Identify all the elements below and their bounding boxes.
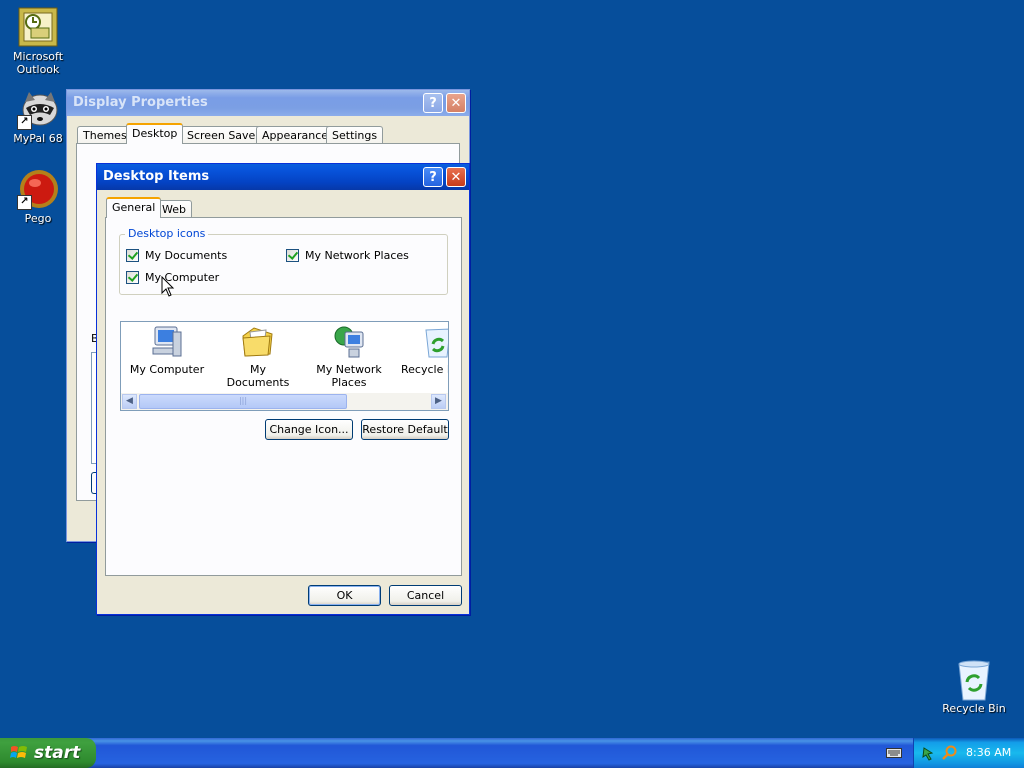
list-item[interactable]: My Network Places [309,324,389,389]
my-network-places-checkbox[interactable] [286,249,299,262]
my-computer-checkbox[interactable] [126,271,139,284]
recycle-bin-icon [425,328,448,358]
help-button[interactable]: ? [423,167,443,187]
network-tray-icon[interactable] [922,745,938,761]
scroll-left-button[interactable]: ◀ [122,394,137,409]
tab-appearance[interactable]: Appearance [256,126,335,144]
cancel-button[interactable]: Cancel [389,585,462,606]
outlook-icon [17,6,59,48]
taskbar: start 8:36 AM [0,738,1024,768]
tab-themes[interactable]: Themes [77,126,133,144]
desktop-icon-label: Outlook [16,63,60,76]
list-item-label: Places [331,376,367,389]
recycle-bin-icon [953,658,995,701]
windows-logo-icon [10,746,27,758]
system-tray: 8:36 AM [913,738,1024,768]
close-button[interactable]: ✕ [446,93,466,113]
checkbox-label: My Computer [145,271,220,284]
start-button[interactable]: start [0,738,96,768]
list-item[interactable]: My Computer [127,324,207,376]
checkbox-label: My Network Places [305,249,409,262]
checkbox-label: My Documents [145,249,228,262]
scroll-thumb[interactable]: ||| [139,394,347,409]
desktop-icon-label: Pego [24,212,52,225]
list-item-label: My Computer [129,363,205,376]
icon-list-view[interactable]: My Computer My Documents My Network Plac… [120,321,449,411]
mouse-cursor-icon [161,276,175,297]
window-title: Desktop Items [103,169,210,184]
desktop-icon-label: Microsoft [12,50,64,63]
my-network-places-icon [334,326,364,358]
window-title: Display Properties [73,95,208,110]
desktop-items-window: Desktop Items ? ✕ General Web Desktop ic… [96,163,470,615]
start-label: start [34,743,81,763]
ok-button[interactable]: OK [308,585,381,606]
desktop-icon-mypal[interactable]: ↗ MyPal 68 [0,88,76,145]
list-item-label: Recycle B [401,363,448,376]
list-item-label: My Network [316,363,382,376]
restore-default-button[interactable]: Restore Default [361,419,449,440]
close-button[interactable]: ✕ [446,167,466,187]
my-documents-icon [242,327,273,357]
desktop-icon-label: MyPal 68 [13,132,63,145]
general-tab-panel: Desktop icons My Documents My Network Pl… [105,217,462,576]
tab-desktop[interactable]: Desktop [126,123,184,144]
shortcut-arrow-icon: ↗ [17,195,32,210]
pego-red-ball-icon: ↗ [17,168,59,210]
desktop-items-titlebar[interactable]: Desktop Items ? ✕ [97,164,469,190]
horizontal-scrollbar[interactable]: ◀ ||| ▶ [121,393,448,410]
my-documents-checkbox[interactable] [126,249,139,262]
search-tray-icon[interactable] [942,745,958,761]
keyboard-language-icon[interactable] [886,746,902,760]
clock[interactable]: 8:36 AM [966,738,1011,768]
my-computer-icon [152,326,182,357]
help-button[interactable]: ? [423,93,443,113]
list-item[interactable]: Recycle B [400,324,448,376]
list-item-label: My Documents [226,363,290,389]
change-icon-button[interactable]: Change Icon... [265,419,353,440]
tab-settings[interactable]: Settings [326,126,384,144]
desktop-icon-pego[interactable]: ↗ Pego [0,168,76,225]
desktop-icon-outlook[interactable]: Microsoft Outlook [0,6,76,76]
desktop-icon-recycle-bin[interactable]: Recycle Bin [936,658,1012,715]
list-item[interactable]: My Documents [218,324,298,389]
tab-web[interactable]: Web [156,200,192,218]
tab-screen-saver[interactable]: Screen Saver [181,126,266,144]
mypal-raccoon-icon: ↗ [17,88,59,130]
tab-general[interactable]: General [106,197,162,218]
display-properties-titlebar[interactable]: Display Properties ? ✕ [67,90,469,116]
scroll-right-button[interactable]: ▶ [431,394,446,409]
groupbox-title: Desktop icons [125,227,209,240]
shortcut-arrow-icon: ↗ [17,115,32,130]
